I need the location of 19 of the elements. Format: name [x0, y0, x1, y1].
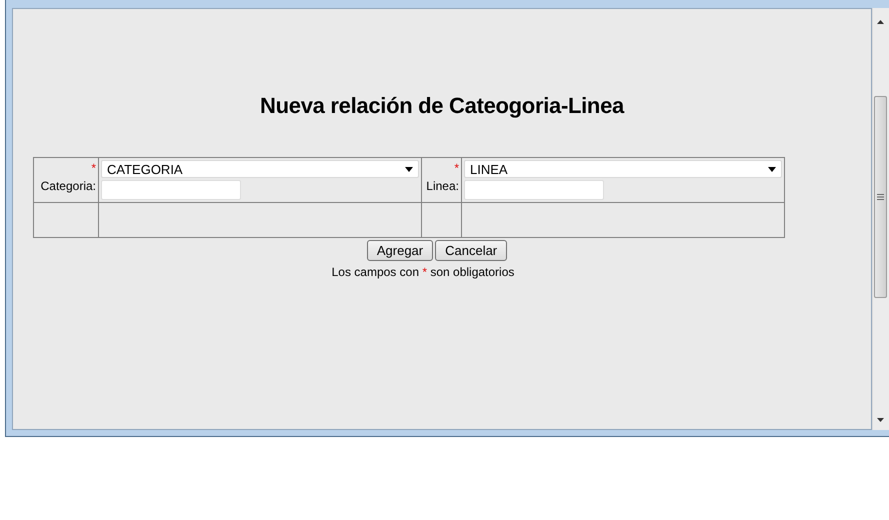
form-button[interactable]: Cancelar — [435, 240, 508, 261]
page-title: Nueva relación de Cateogoria-Linea — [260, 93, 624, 119]
dropdown[interactable]: CATEGORIA — [101, 160, 419, 178]
required-mark: * — [90, 160, 96, 177]
required-note: Los campos con * son obligatorios — [332, 265, 514, 279]
caret-icon — [405, 166, 413, 172]
field-label: Categoria: — [40, 178, 96, 195]
scroll-thumb[interactable] — [874, 96, 887, 298]
scroll-up-icon[interactable] — [877, 20, 884, 24]
field-label: Linea: — [426, 178, 459, 195]
grip-icon — [877, 194, 884, 200]
input-field[interactable] — [464, 180, 604, 200]
scroll-down-icon[interactable] — [877, 418, 884, 422]
form-button[interactable]: Agregar — [366, 240, 434, 261]
dropdown[interactable]: LINEA — [464, 160, 782, 178]
input-field[interactable] — [101, 180, 241, 200]
required-mark: * — [453, 160, 459, 177]
scrollbar[interactable] — [872, 8, 889, 430]
caret-icon — [768, 166, 776, 172]
